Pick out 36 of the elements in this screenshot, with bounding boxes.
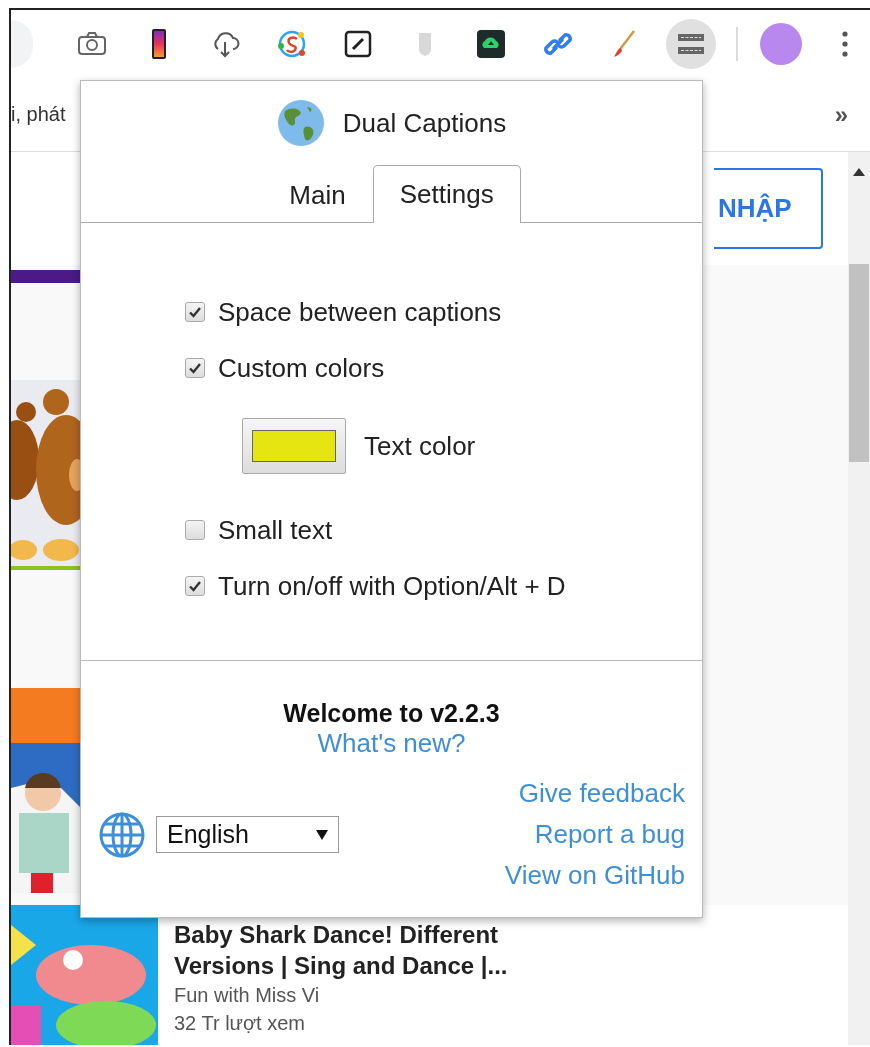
checkmark-icon xyxy=(188,305,202,319)
checkmark-icon xyxy=(188,361,202,375)
color-picker-button[interactable] xyxy=(242,418,346,474)
checkbox[interactable] xyxy=(185,358,205,378)
option-label: Text color xyxy=(364,430,476,462)
language-icon xyxy=(98,810,146,859)
colorful-ring-icon xyxy=(275,28,308,60)
option-label: Turn on/off with Option/Alt + D xyxy=(218,570,566,602)
tab[interactable]: Settings xyxy=(372,165,521,223)
globe-icon xyxy=(276,99,325,147)
avatar-icon[interactable] xyxy=(760,23,802,65)
checkbox[interactable] xyxy=(185,302,205,322)
option-label: Custom colors xyxy=(218,352,385,384)
welcome-text: Welcome to v2.2.3 xyxy=(283,698,500,728)
channel-name[interactable]: Fun with Miss Vi xyxy=(174,981,554,1009)
option-label: Space between captions xyxy=(218,296,502,328)
scroll-up-icon[interactable] xyxy=(853,168,865,176)
login-button[interactable]: NHẬP xyxy=(714,168,823,249)
edit-icon xyxy=(342,28,374,60)
more-icon[interactable] xyxy=(842,31,848,57)
banner-strip xyxy=(11,270,81,283)
checkmark-icon xyxy=(188,579,202,593)
cloud-upload-icon xyxy=(475,28,507,60)
scrollbar[interactable] xyxy=(848,152,870,1045)
more-bookmarks-button[interactable]: » xyxy=(834,100,848,129)
checkbox[interactable] xyxy=(185,576,205,596)
caret-icon xyxy=(316,828,328,841)
bookmark-item[interactable]: i, phát xyxy=(11,103,66,126)
scroll-thumb[interactable] xyxy=(849,264,869,462)
tab[interactable]: Main xyxy=(262,166,373,223)
checkbox[interactable] xyxy=(185,520,205,540)
view-count: 32 Tr lượt xem xyxy=(174,1011,306,1036)
option-label: Small text xyxy=(218,514,333,546)
video-title[interactable]: Baby Shark Dance! Different Versions | Sing and Dance |... xyxy=(174,919,554,981)
language-select[interactable]: English xyxy=(156,816,339,853)
popup-title: Dual Captions xyxy=(342,107,507,139)
